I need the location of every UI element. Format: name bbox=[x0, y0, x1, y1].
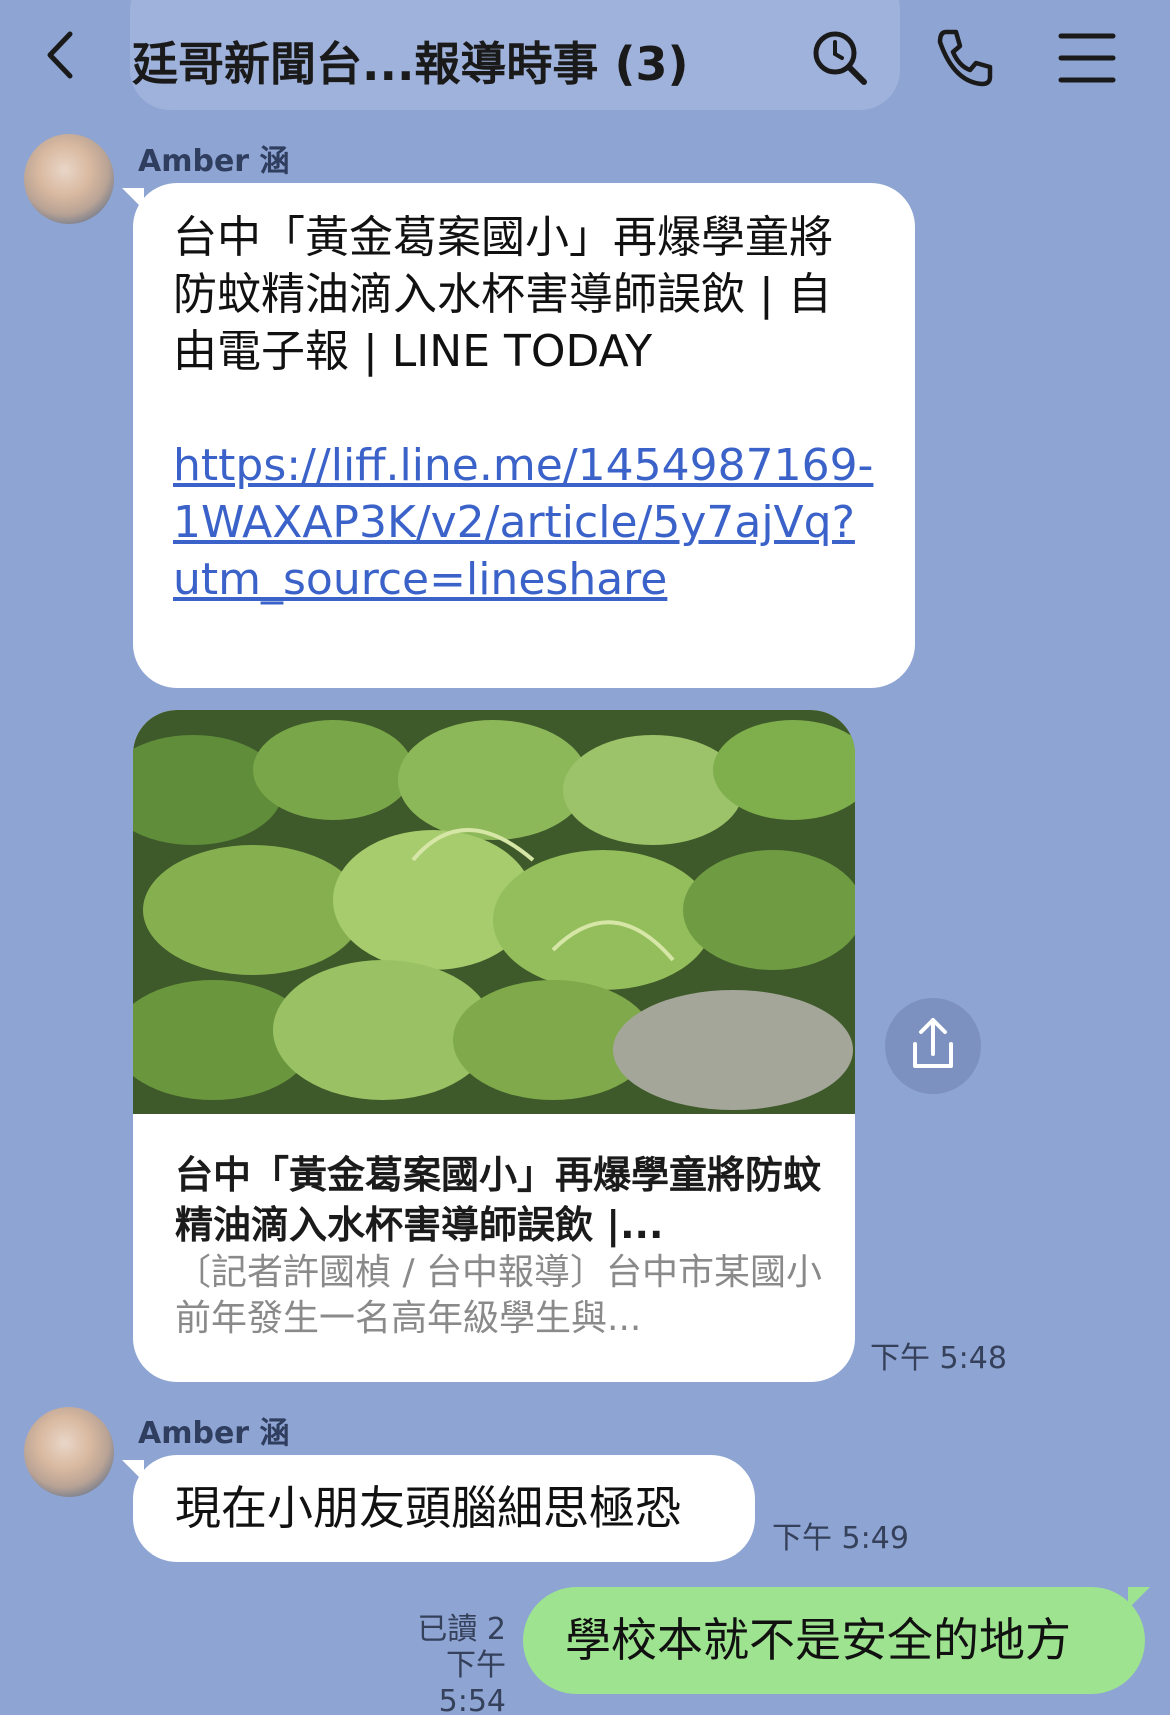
message-text: 台中「黃金葛案國小」再爆學童將防蚊精油滴入水杯害導師誤飲 | 自由電子報 | L… bbox=[173, 212, 833, 377]
search-icon[interactable] bbox=[808, 26, 872, 90]
menu-icon[interactable] bbox=[1055, 26, 1119, 90]
message-time: 下午 5:49 bbox=[772, 1521, 909, 1556]
chat-title: 廷哥新聞台...報導時事 (3) bbox=[132, 37, 689, 91]
avatar[interactable] bbox=[24, 134, 114, 224]
message-bubble[interactable]: 現在小朋友頭腦細思極恐 bbox=[133, 1455, 755, 1562]
phone-icon[interactable] bbox=[932, 26, 996, 90]
chat-header: 廷哥新聞台...報導時事 (3) bbox=[0, 0, 1170, 115]
sender-name: Amber 涵 bbox=[138, 144, 290, 179]
message-time: 下午 5:48 bbox=[870, 1341, 1007, 1376]
link-preview-card[interactable]: 台中「黃金葛案國小」再爆學童將防蚊精油滴入水杯害導師誤飲 |... 〔記者許國楨… bbox=[133, 710, 855, 1382]
my-message-bubble[interactable]: 學校本就不是安全的地方 bbox=[523, 1587, 1145, 1694]
message-link[interactable]: https://liff.line.me/1454987169-1WAXAP3K… bbox=[173, 437, 875, 608]
message-bubble[interactable]: 台中「黃金葛案國小」再爆學童將防蚊精油滴入水杯害導師誤飲 | 自由電子報 | L… bbox=[133, 183, 915, 688]
share-button[interactable] bbox=[885, 998, 981, 1094]
card-description: 〔記者許國楨 / 台中報導〕台中市某國小前年發生一名高年級學生與... bbox=[175, 1252, 823, 1339]
message-text: 現在小朋友頭腦細思極恐 bbox=[175, 1481, 681, 1535]
message-text: 學校本就不是安全的地方 bbox=[565, 1613, 1071, 1667]
read-count: 已讀 2 bbox=[417, 1612, 506, 1647]
article-photo bbox=[133, 710, 855, 1114]
avatar[interactable] bbox=[24, 1407, 114, 1497]
chevron-left-icon[interactable] bbox=[38, 30, 88, 80]
message-time: 下午 5:54 bbox=[438, 1648, 506, 1715]
sender-name: Amber 涵 bbox=[138, 1416, 290, 1451]
share-icon bbox=[913, 1018, 953, 1068]
read-receipt: 已讀 2 下午 5:54 bbox=[370, 1612, 506, 1715]
card-title: 台中「黃金葛案國小」再爆學童將防蚊精油滴入水杯害導師誤飲 |... bbox=[175, 1153, 822, 1247]
